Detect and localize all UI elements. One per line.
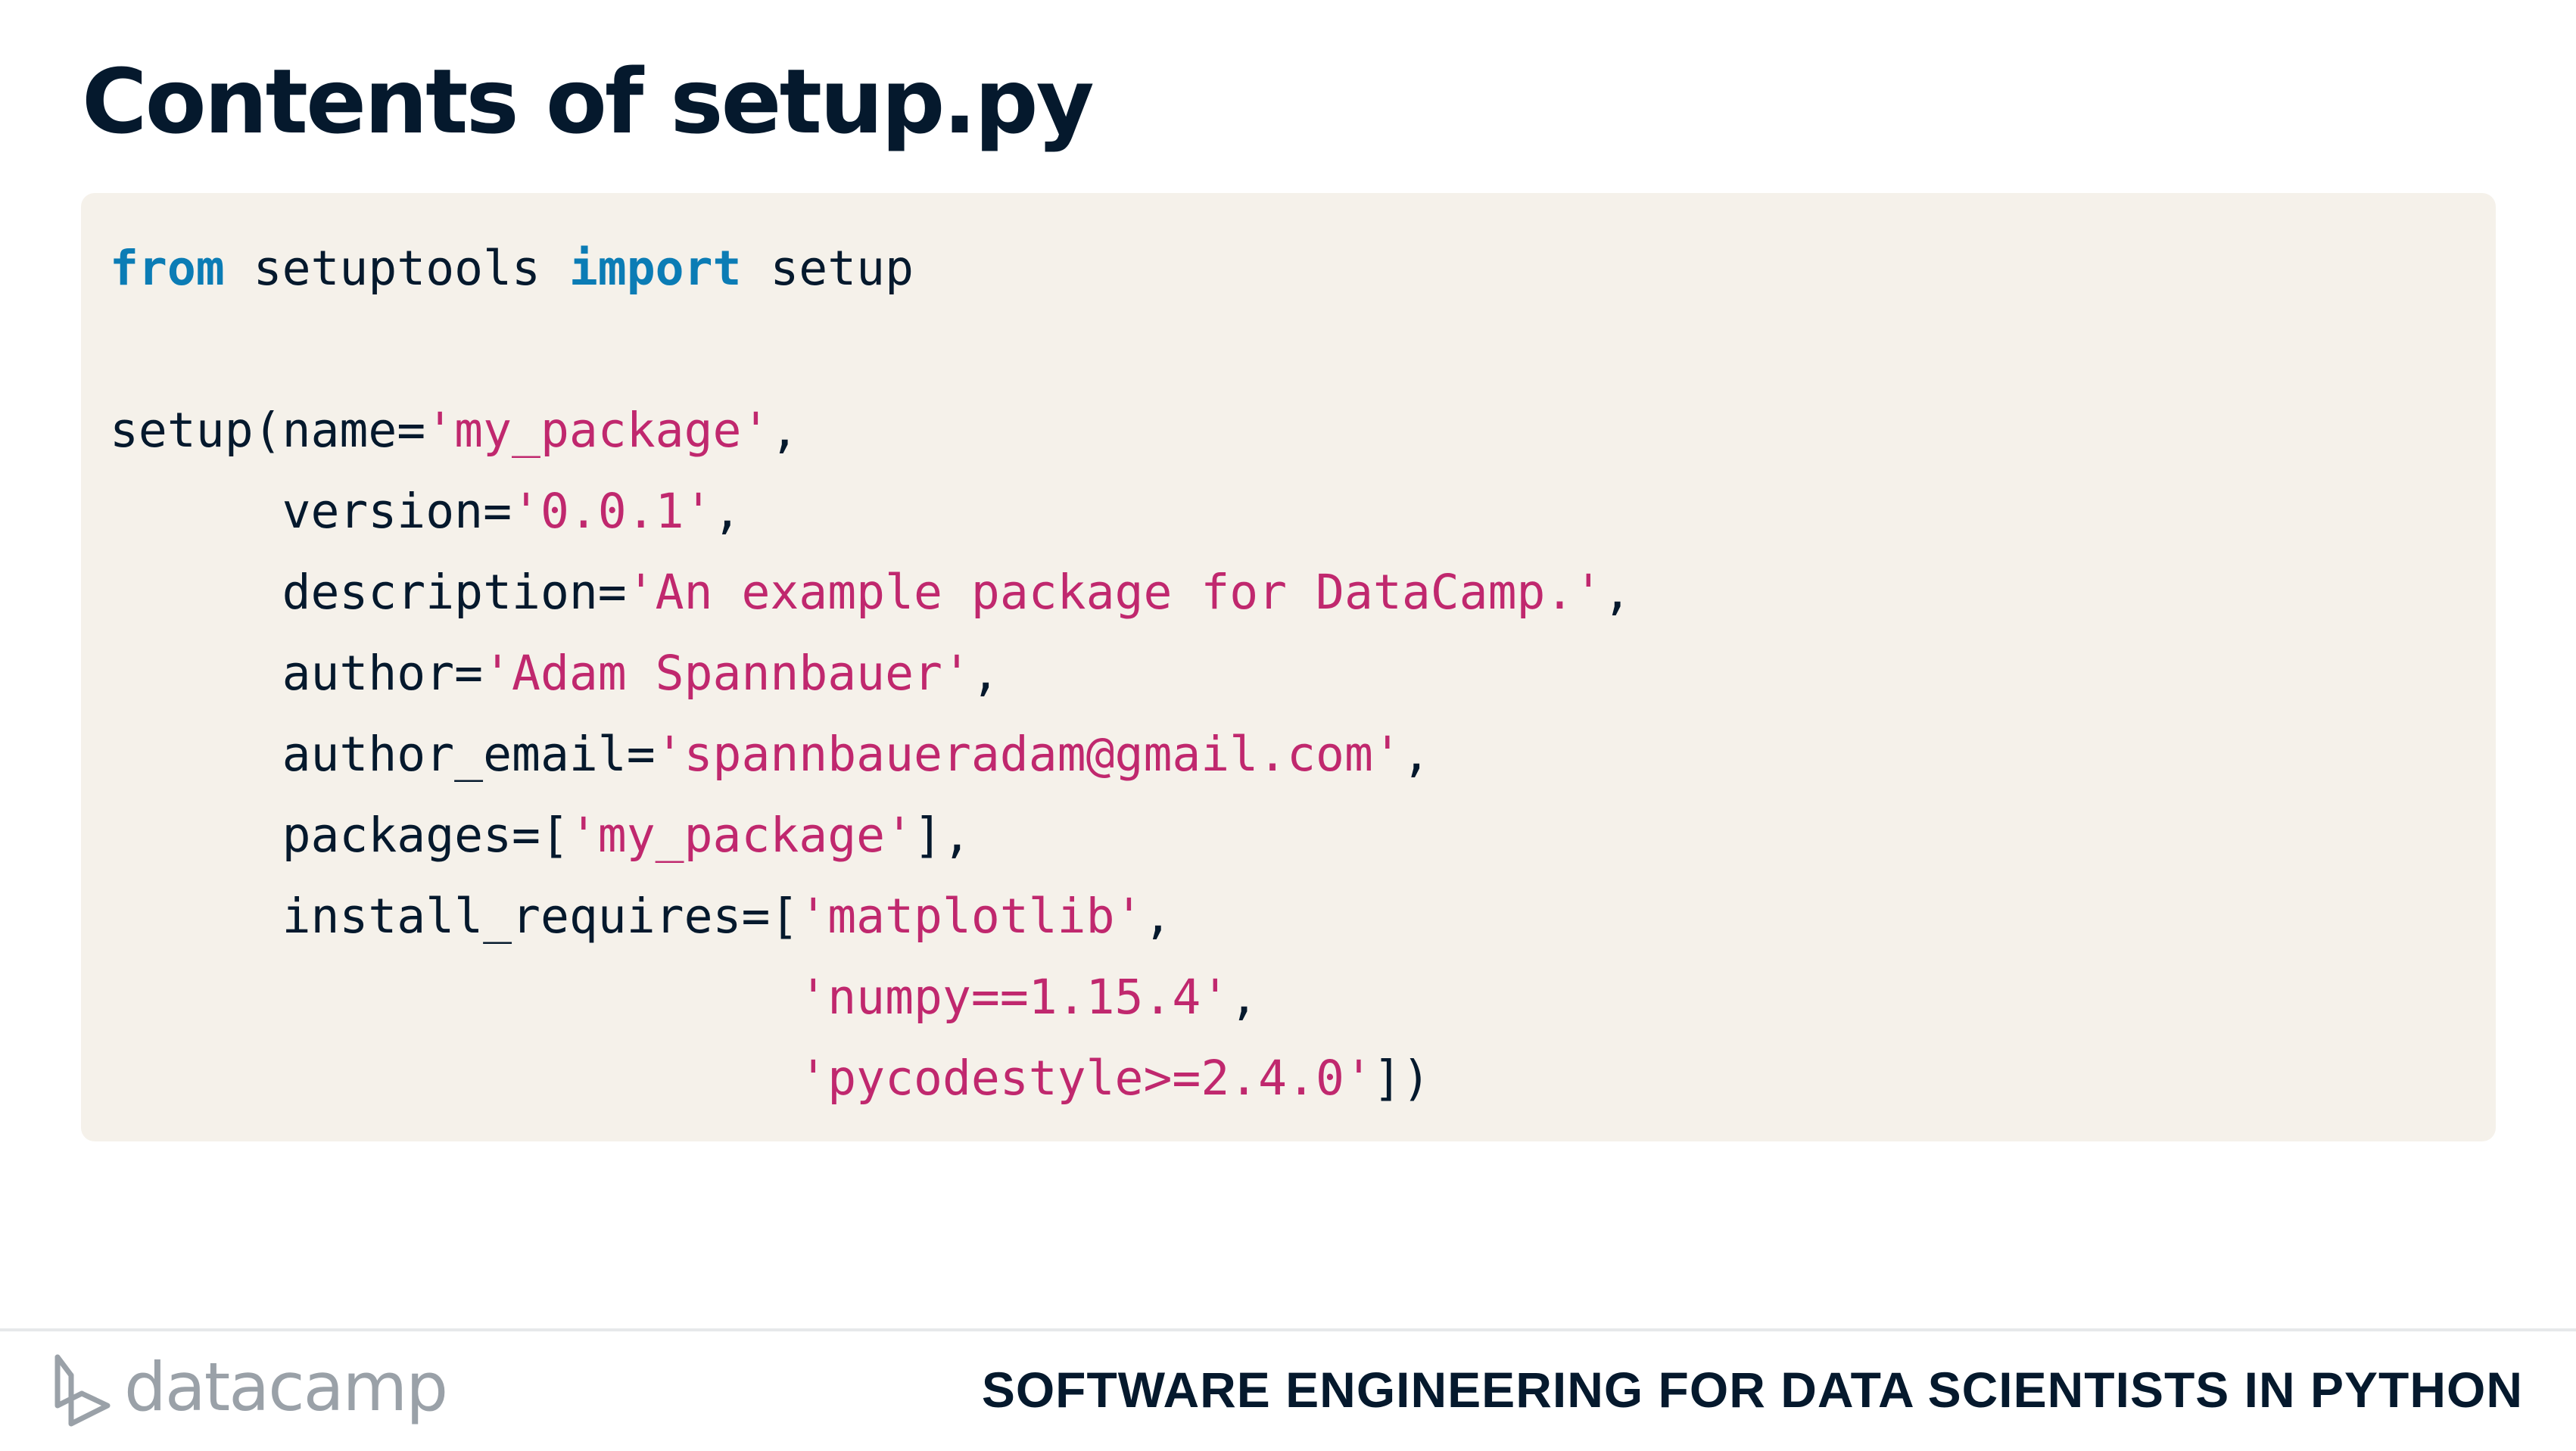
code-string: 'An example package for DataCamp.' bbox=[626, 565, 1603, 620]
logo-wordmark: datacamp bbox=[124, 1348, 448, 1426]
code-string: 'numpy==1.15.4' bbox=[799, 970, 1230, 1025]
code-content: from setuptools import setup setup(name='… bbox=[110, 228, 1631, 1119]
code-text: description= bbox=[110, 565, 627, 620]
code-text: packages=[ bbox=[110, 808, 569, 863]
code-text: , bbox=[1143, 889, 1173, 944]
code-text: ], bbox=[914, 808, 971, 863]
code-string: 'my_package' bbox=[425, 403, 771, 458]
code-text: , bbox=[1603, 565, 1632, 620]
code-text: , bbox=[1401, 727, 1431, 782]
code-line: setup(name='my_package', bbox=[110, 390, 1631, 471]
code-text: setuptools bbox=[224, 241, 569, 296]
code-text: , bbox=[970, 646, 1000, 701]
datacamp-logo-icon bbox=[55, 1354, 111, 1427]
code-string: 'spannbaueradam@gmail.com' bbox=[655, 727, 1402, 782]
code-line: version='0.0.1', bbox=[110, 471, 1631, 552]
code-listing: from setuptools import setup setup(name='… bbox=[110, 228, 1631, 1119]
code-line: packages=['my_package'], bbox=[110, 795, 1631, 876]
code-string: 'pycodestyle>=2.4.0' bbox=[799, 1051, 1373, 1106]
code-line: install_requires=['matplotlib', bbox=[110, 876, 1631, 957]
code-string: '0.0.1' bbox=[512, 484, 713, 539]
code-keyword: from bbox=[110, 241, 225, 296]
code-line: author_email='spannbaueradam@gmail.com', bbox=[110, 714, 1631, 795]
code-text: ]) bbox=[1372, 1051, 1431, 1106]
footer-divider bbox=[0, 1328, 2576, 1331]
code-text: install_requires=[ bbox=[110, 889, 799, 944]
code-text: setup bbox=[741, 241, 914, 296]
code-text: , bbox=[1229, 970, 1259, 1025]
datacamp-logo[interactable]: datacamp bbox=[51, 1348, 448, 1432]
code-line: author='Adam Spannbauer', bbox=[110, 633, 1631, 714]
code-string: 'matplotlib' bbox=[799, 889, 1144, 944]
course-name: SOFTWARE ENGINEERING FOR DATA SCIENTISTS… bbox=[981, 1362, 2523, 1418]
code-string: 'my_package' bbox=[568, 808, 914, 863]
code-text: , bbox=[712, 484, 742, 539]
code-text: author= bbox=[110, 646, 484, 701]
code-line: 'pycodestyle>=2.4.0']) bbox=[110, 1038, 1631, 1119]
code-text: version= bbox=[110, 484, 512, 539]
code-text: author_email= bbox=[110, 727, 656, 782]
code-line: description='An example package for Data… bbox=[110, 552, 1632, 633]
code-line: 'numpy==1.15.4', bbox=[110, 957, 1631, 1038]
code-text: setup(name= bbox=[110, 403, 426, 458]
code-line: from setuptools import setup bbox=[110, 228, 1631, 309]
code-text: , bbox=[770, 403, 799, 458]
code-block: from setuptools import setup setup(name='… bbox=[81, 193, 2496, 1141]
slide-title: Contents of setup.py bbox=[82, 49, 1095, 154]
code-string: 'Adam Spannbauer' bbox=[483, 646, 971, 701]
code-keyword: import bbox=[568, 241, 742, 296]
